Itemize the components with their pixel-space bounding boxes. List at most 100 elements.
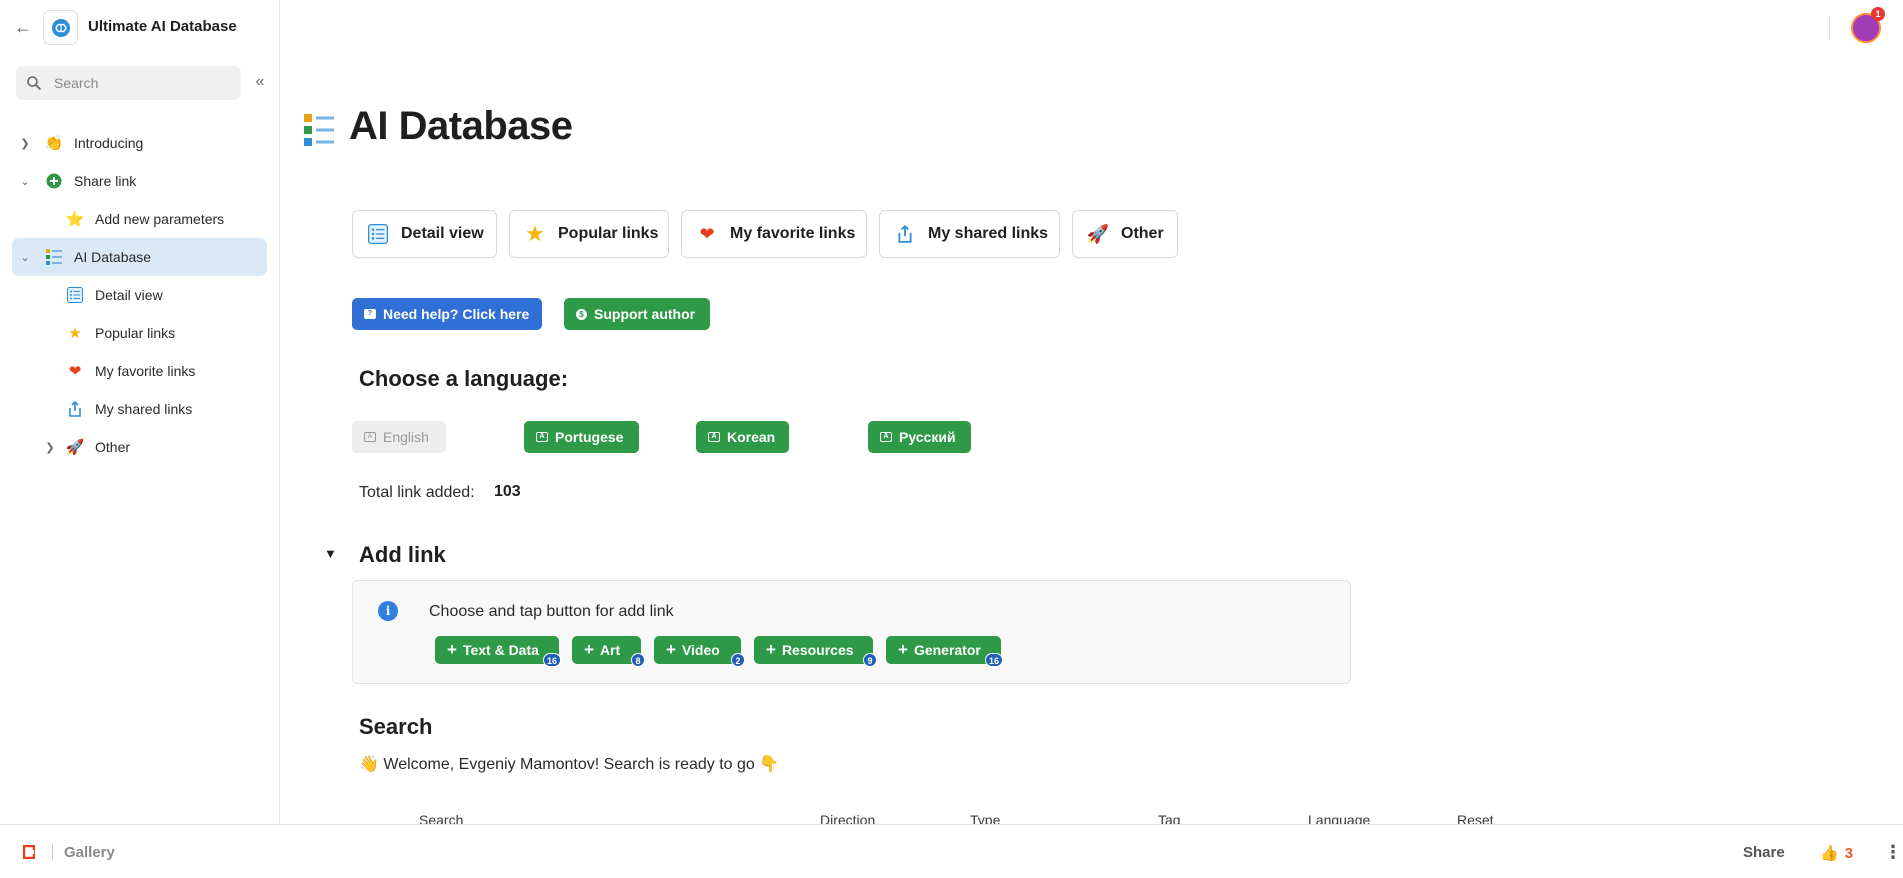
heart-icon: ❤ — [699, 223, 715, 244]
help-chat-icon: ? — [364, 309, 376, 319]
chevron-down-icon[interactable]: ⌄ — [18, 251, 32, 264]
add-link-heading[interactable]: Add link — [359, 542, 446, 568]
star-icon: ★ — [525, 221, 545, 246]
language-heading: Choose a language: — [359, 366, 569, 391]
language-icon: A — [536, 432, 548, 442]
button-label: Detail view — [401, 225, 484, 242]
share-button[interactable]: Share — [1743, 844, 1785, 861]
list-icon — [367, 223, 389, 245]
language-portugese-button[interactable]: A Portugese — [524, 421, 639, 453]
button-label: Text & Data — [462, 642, 539, 658]
share-icon — [894, 223, 916, 245]
chevron-right-icon[interactable]: ❯ — [18, 137, 32, 150]
button-label: Resources — [781, 642, 854, 658]
like-button[interactable]: 👍 3 — [1820, 844, 1854, 863]
my-favorite-links-button[interactable]: ❤ My favorite links — [681, 210, 867, 258]
button-label: Video — [681, 642, 720, 658]
sidebar-item-label: Popular links — [95, 325, 176, 341]
sidebar-item-label: Detail view — [95, 287, 163, 303]
sidebar-item-label: Share link — [74, 173, 137, 189]
add-video-button[interactable]: + Video — [654, 636, 741, 664]
search-icon — [27, 76, 41, 90]
button-label: Need help? Click here — [383, 306, 530, 322]
checklist-icon — [44, 247, 64, 267]
info-icon: i — [378, 601, 398, 621]
sidebar-item-other[interactable]: ❯ 🚀 Other — [18, 429, 268, 465]
popular-links-button[interactable]: ★ Popular links — [509, 210, 669, 258]
total-links-value: 103 — [494, 483, 521, 500]
language-icon: A — [364, 432, 376, 442]
plus-icon: + — [898, 640, 908, 659]
toggle-triangle-icon[interactable]: ▼ — [324, 546, 337, 561]
sidebar-search-input[interactable]: Search — [16, 66, 241, 100]
total-links-label: Total link added: — [359, 484, 475, 501]
my-shared-links-button[interactable]: My shared links — [879, 210, 1060, 258]
sidebar-item-popular-links[interactable]: ★ Popular links — [18, 315, 268, 351]
language-russian-button[interactable]: A Русский — [868, 421, 971, 453]
heart-icon: ❤ — [68, 363, 82, 380]
sidebar-header: ← Ultimate AI Database — [0, 0, 280, 56]
callout-text: Choose and tap button for add link — [429, 603, 674, 620]
rocket-icon: 🚀 — [65, 439, 85, 456]
sidebar-item-my-shared-links[interactable]: My shared links — [18, 391, 268, 427]
add-text-data-button[interactable]: + Text & Data — [435, 636, 559, 664]
collapse-sidebar-icon[interactable]: « — [250, 72, 270, 92]
button-label: Русский — [899, 429, 956, 445]
search-heading: Search — [359, 714, 433, 739]
sidebar-item-label: My favorite links — [95, 363, 196, 379]
sidebar-item-ai-database[interactable]: ⌄ AI Database — [12, 238, 267, 276]
add-generator-button[interactable]: + Generator — [886, 636, 1001, 664]
topbar-divider — [1829, 16, 1830, 40]
language-korean-button[interactable]: A Korean — [696, 421, 789, 453]
rocket-icon: 🚀 — [1086, 223, 1110, 244]
welcome-text: Welcome, Evgeniy Mamontov! Search is rea… — [383, 756, 755, 773]
button-label: Generator — [913, 642, 981, 658]
sidebar-item-share-link[interactable]: ⌄ Share link — [18, 163, 268, 199]
app-title[interactable]: Ultimate AI Database — [88, 18, 237, 35]
footer: Gallery Share 👍 3 ⋮ — [0, 824, 1903, 878]
clapping-hands-icon: 👏 — [44, 135, 64, 152]
language-english-button[interactable]: A English — [352, 421, 446, 453]
chevron-right-icon[interactable]: ❯ — [43, 441, 57, 454]
search-placeholder: Search — [54, 75, 99, 91]
sidebar-item-my-favorite-links[interactable]: ❤ My favorite links — [18, 353, 268, 389]
sidebar-item-label: My shared links — [95, 401, 193, 417]
sidebar-item-detail-view[interactable]: Detail view — [18, 277, 268, 313]
other-button[interactable]: 🚀 Other — [1072, 210, 1178, 258]
pointing-down-icon: 👇 — [759, 756, 780, 773]
waving-hand-icon: 👋 — [359, 756, 379, 773]
add-resources-button[interactable]: + Resources — [754, 636, 873, 664]
like-count: 3 — [1844, 844, 1854, 862]
more-options-icon[interactable]: ⋮ — [1884, 842, 1902, 863]
button-label: Art — [599, 642, 621, 658]
sidebar-item-add-new-parameters[interactable]: ⭐ Add new parameters — [18, 201, 268, 237]
share-icon — [65, 399, 85, 419]
gallery-link[interactable]: Gallery — [64, 844, 115, 861]
green-plus-icon — [44, 171, 64, 191]
star-badge-icon: ⭐ — [65, 211, 85, 228]
notification-badge: 1 — [1871, 7, 1885, 21]
app-logo[interactable] — [43, 10, 78, 45]
language-icon: A — [880, 432, 892, 442]
plus-icon: + — [766, 640, 776, 659]
sidebar-item-introducing[interactable]: ❯ 👏 Introducing — [18, 125, 268, 161]
chevron-down-icon[interactable]: ⌄ — [18, 175, 32, 188]
sidebar-item-label: AI Database — [74, 249, 152, 265]
sidebar-item-label: Add new parameters — [95, 211, 225, 227]
count-badge: 9 — [863, 653, 877, 667]
need-help-button[interactable]: ? Need help? Click here — [352, 298, 542, 330]
detail-view-button[interactable]: Detail view — [352, 210, 497, 258]
sidebar: ← Ultimate AI Database Search « ❯ 👏 Intr… — [0, 0, 280, 824]
welcome-message: 👋 Welcome, Evgeniy Mamontov! Search is r… — [359, 754, 779, 774]
support-author-button[interactable]: $ Support author — [564, 298, 710, 330]
star-icon: ★ — [68, 325, 82, 342]
button-label: English — [383, 429, 429, 445]
page-title: AI Database — [349, 104, 573, 148]
info-circle-icon: $ — [576, 308, 587, 320]
app-brand-icon[interactable] — [23, 845, 35, 859]
add-link-callout — [352, 580, 1351, 684]
button-label: Portugese — [555, 429, 624, 445]
count-badge: 16 — [543, 653, 562, 667]
list-icon — [65, 285, 85, 305]
back-arrow-icon[interactable]: ← — [12, 16, 34, 38]
